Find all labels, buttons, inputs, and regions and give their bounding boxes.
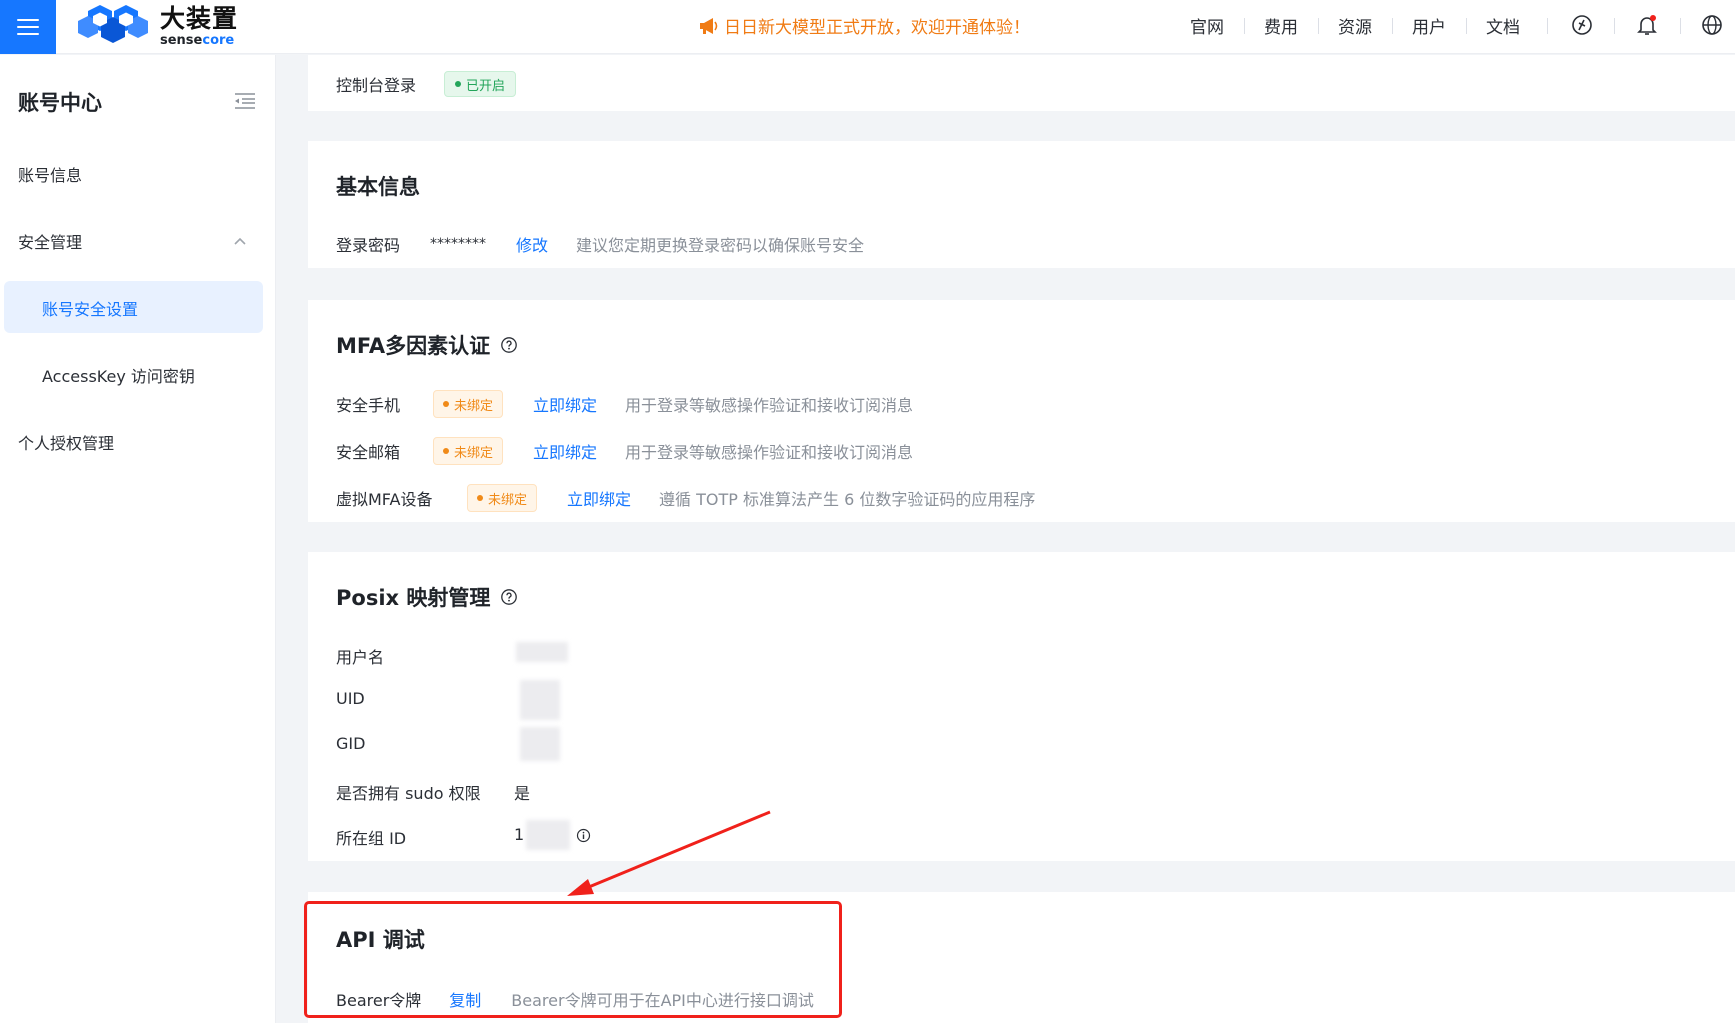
password-value: ******** bbox=[430, 236, 487, 252]
sidebar-item-security-settings[interactable]: 账号安全设置 bbox=[4, 281, 263, 333]
section-title: Posix 映射管理 bbox=[336, 582, 518, 612]
top-bar: 大装置 sensecore 日日新大模型正式开放，欢迎开通体验！ 官网 费用 资… bbox=[0, 0, 1735, 54]
sidebar-title: 账号中心 bbox=[18, 91, 102, 115]
edit-password-link[interactable]: 修改 bbox=[516, 232, 548, 256]
mfa-label: 安全手机 bbox=[336, 396, 401, 415]
password-hint: 建议您定期更换登录密码以确保账号安全 bbox=[576, 236, 865, 255]
nav-resources[interactable]: 资源 bbox=[1318, 13, 1392, 38]
help-circle-icon[interactable] bbox=[500, 588, 518, 606]
mfa-description: 用于登录等敏感操作验证和接收订阅消息 bbox=[625, 396, 914, 415]
status-badge: 未绑定 bbox=[433, 390, 504, 418]
brand-subtitle: sensecore bbox=[160, 32, 235, 48]
section-title: MFA多因素认证 bbox=[336, 330, 518, 360]
nav-user[interactable]: 用户 bbox=[1392, 13, 1466, 38]
sidebar-item-security[interactable]: 安全管理 bbox=[18, 229, 82, 253]
megaphone-icon bbox=[700, 17, 718, 34]
posix-gid-label: GID bbox=[336, 734, 366, 753]
mfa-row-virtual-device: 虚拟MFA设备 未绑定 立即绑定 遵循 TOTP 标准算法产生 6 位数字验证码… bbox=[336, 484, 1035, 512]
status-badge: 未绑定 bbox=[433, 437, 504, 465]
console-login-card: 控制台登录 已开启 bbox=[308, 55, 1735, 111]
posix-username-label: 用户名 bbox=[336, 648, 385, 667]
help-circle-icon[interactable] bbox=[500, 336, 518, 354]
redacted-value bbox=[526, 820, 570, 850]
status-badge: 已开启 bbox=[444, 71, 517, 97]
redacted-value bbox=[520, 680, 560, 720]
ai-assistant-icon[interactable] bbox=[1569, 12, 1595, 38]
sidebar-item-authorization[interactable]: 个人授权管理 bbox=[18, 430, 114, 454]
nav-docs[interactable]: 文档 bbox=[1466, 13, 1540, 38]
sensecore-logo-icon bbox=[78, 5, 148, 43]
mfa-description: 遵循 TOTP 标准算法产生 6 位数字验证码的应用程序 bbox=[659, 490, 1036, 509]
collapse-sidebar-icon[interactable] bbox=[233, 91, 257, 111]
chevron-up-icon[interactable] bbox=[233, 236, 247, 246]
password-row: 登录密码 ******** 修改 建议您定期更换登录密码以确保账号安全 bbox=[336, 232, 864, 256]
mfa-description: 用于登录等敏感操作验证和接收订阅消息 bbox=[625, 443, 914, 462]
basic-info-card: 基本信息 登录密码 ******** 修改 建议您定期更换登录密码以确保账号安全 bbox=[308, 141, 1735, 268]
redacted-value bbox=[516, 642, 568, 662]
sidebar-item-accesskey[interactable]: AccessKey 访问密钥 bbox=[42, 363, 195, 387]
info-icon[interactable] bbox=[576, 828, 591, 843]
menu-icon bbox=[17, 19, 39, 36]
announcement-banner[interactable]: 日日新大模型正式开放，欢迎开通体验！ bbox=[698, 13, 1030, 38]
console-login-label: 控制台登录 bbox=[336, 76, 417, 95]
top-nav: 官网 费用 资源 用户 文档 bbox=[1170, 0, 1540, 50]
sidebar-item-account-info[interactable]: 账号信息 bbox=[18, 162, 82, 186]
brand-name: 大装置 bbox=[160, 3, 239, 33]
status-badge: 未绑定 bbox=[467, 484, 538, 512]
mfa-card: MFA多因素认证 安全手机 未绑定 立即绑定 用于登录等敏感操作验证和接收订阅消… bbox=[308, 300, 1735, 522]
posix-sudo-label: 是否拥有 sudo 权限 bbox=[336, 784, 481, 803]
mfa-row-phone: 安全手机 未绑定 立即绑定 用于登录等敏感操作验证和接收订阅消息 bbox=[336, 390, 913, 418]
mfa-row-email: 安全邮箱 未绑定 立即绑定 用于登录等敏感操作验证和接收订阅消息 bbox=[336, 437, 913, 465]
highlight-box bbox=[304, 901, 842, 1018]
brand-logo[interactable]: 大装置 sensecore bbox=[76, 4, 238, 48]
posix-uid-label: UID bbox=[336, 689, 365, 708]
sidebar: 账号中心 账号信息 安全管理 账号安全设置 AccessKey 访问密钥 个人授… bbox=[0, 55, 276, 1023]
globe-icon[interactable] bbox=[1699, 12, 1725, 38]
bind-email-link[interactable]: 立即绑定 bbox=[533, 439, 597, 463]
posix-sudo-value: 是 bbox=[514, 784, 531, 803]
console-login-row: 控制台登录 已开启 bbox=[336, 71, 517, 97]
menu-button[interactable] bbox=[0, 0, 56, 54]
password-label: 登录密码 bbox=[336, 236, 401, 255]
bind-mfa-device-link[interactable]: 立即绑定 bbox=[567, 486, 631, 510]
nav-billing[interactable]: 费用 bbox=[1244, 13, 1318, 38]
bell-icon[interactable] bbox=[1634, 12, 1660, 38]
redacted-value bbox=[520, 727, 560, 761]
posix-group-id-value: 1 bbox=[514, 825, 525, 844]
posix-card: Posix 映射管理 用户名 UID GID 是否拥有 sudo 权限 是 所在… bbox=[308, 552, 1735, 861]
sidebar-item-label: 账号安全设置 bbox=[42, 300, 139, 319]
announcement-text: 日日新大模型正式开放，欢迎开通体验！ bbox=[724, 18, 1030, 38]
section-title: 基本信息 bbox=[336, 175, 420, 199]
posix-group-id-label: 所在组 ID bbox=[336, 829, 407, 848]
mfa-label: 安全邮箱 bbox=[336, 443, 401, 462]
mfa-label: 虚拟MFA设备 bbox=[336, 490, 433, 509]
nav-home[interactable]: 官网 bbox=[1170, 13, 1244, 38]
bind-phone-link[interactable]: 立即绑定 bbox=[533, 392, 597, 416]
